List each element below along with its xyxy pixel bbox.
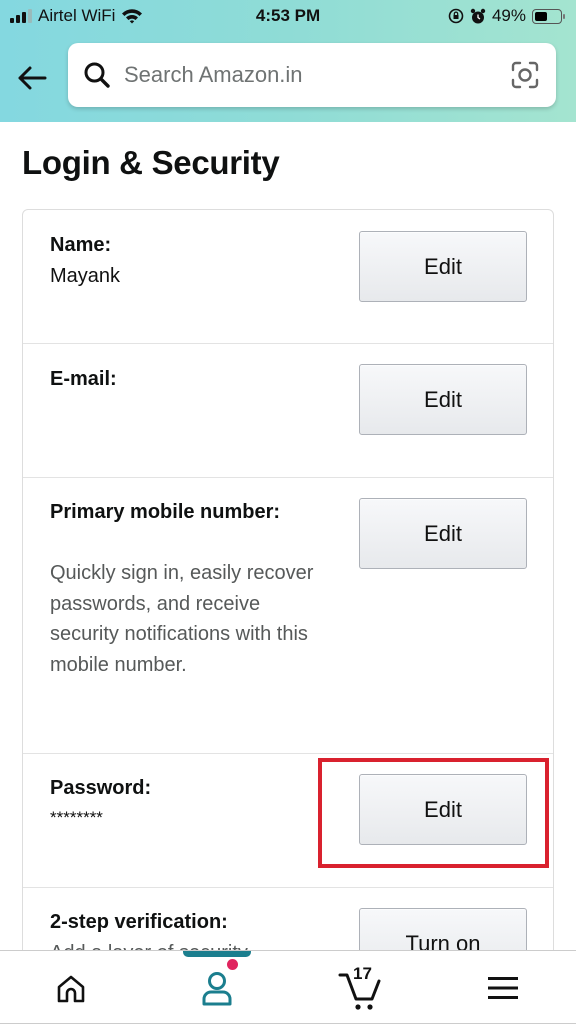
status-bar: Airtel WiFi 4:53 PM 49%	[0, 0, 576, 34]
back-arrow-icon[interactable]	[14, 60, 50, 96]
battery-icon	[532, 8, 565, 24]
nav-account[interactable]	[167, 951, 267, 1024]
password-value: ********	[50, 808, 103, 827]
page-title: Login & Security	[22, 144, 280, 181]
notification-dot	[227, 959, 238, 970]
mobile-label: Primary mobile number:	[50, 501, 281, 523]
hamburger-icon	[488, 977, 518, 999]
email-label: E-mail:	[50, 368, 117, 390]
edit-mobile-button[interactable]: Edit	[359, 498, 527, 569]
search-icon	[84, 62, 110, 88]
password-label: Password:	[50, 777, 152, 799]
nav-menu[interactable]	[454, 951, 554, 1024]
bottom-nav	[0, 950, 576, 1024]
name-value: Mayank	[50, 265, 121, 287]
rotation-lock-icon	[448, 8, 464, 24]
alarm-icon	[470, 8, 486, 23]
user-icon	[202, 972, 232, 1006]
mobile-description: Quickly sign in, easily recover password…	[50, 562, 314, 676]
battery-percent: 49%	[491, 6, 526, 25]
edit-email-button[interactable]: Edit	[359, 364, 527, 435]
email-section: E-mail: Edit	[23, 344, 553, 478]
highlight-box	[318, 758, 549, 868]
name-label: Name:	[50, 234, 112, 256]
nav-cart[interactable]	[310, 951, 410, 1024]
top-header: Airtel WiFi 4:53 PM 49%	[0, 0, 576, 122]
search-input[interactable]	[124, 62, 484, 88]
cart-count-badge: 17	[353, 964, 372, 983]
edit-name-button[interactable]: Edit	[359, 231, 527, 302]
home-icon	[57, 975, 85, 1003]
search-bar[interactable]	[68, 43, 556, 107]
name-section: Name: Mayank Edit	[23, 210, 553, 344]
nav-home[interactable]	[22, 951, 122, 1024]
two-step-label: 2-step verification:	[50, 911, 228, 933]
mobile-section: Primary mobile number: Quickly sign in, …	[23, 478, 553, 754]
camera-scan-icon[interactable]	[510, 60, 540, 90]
